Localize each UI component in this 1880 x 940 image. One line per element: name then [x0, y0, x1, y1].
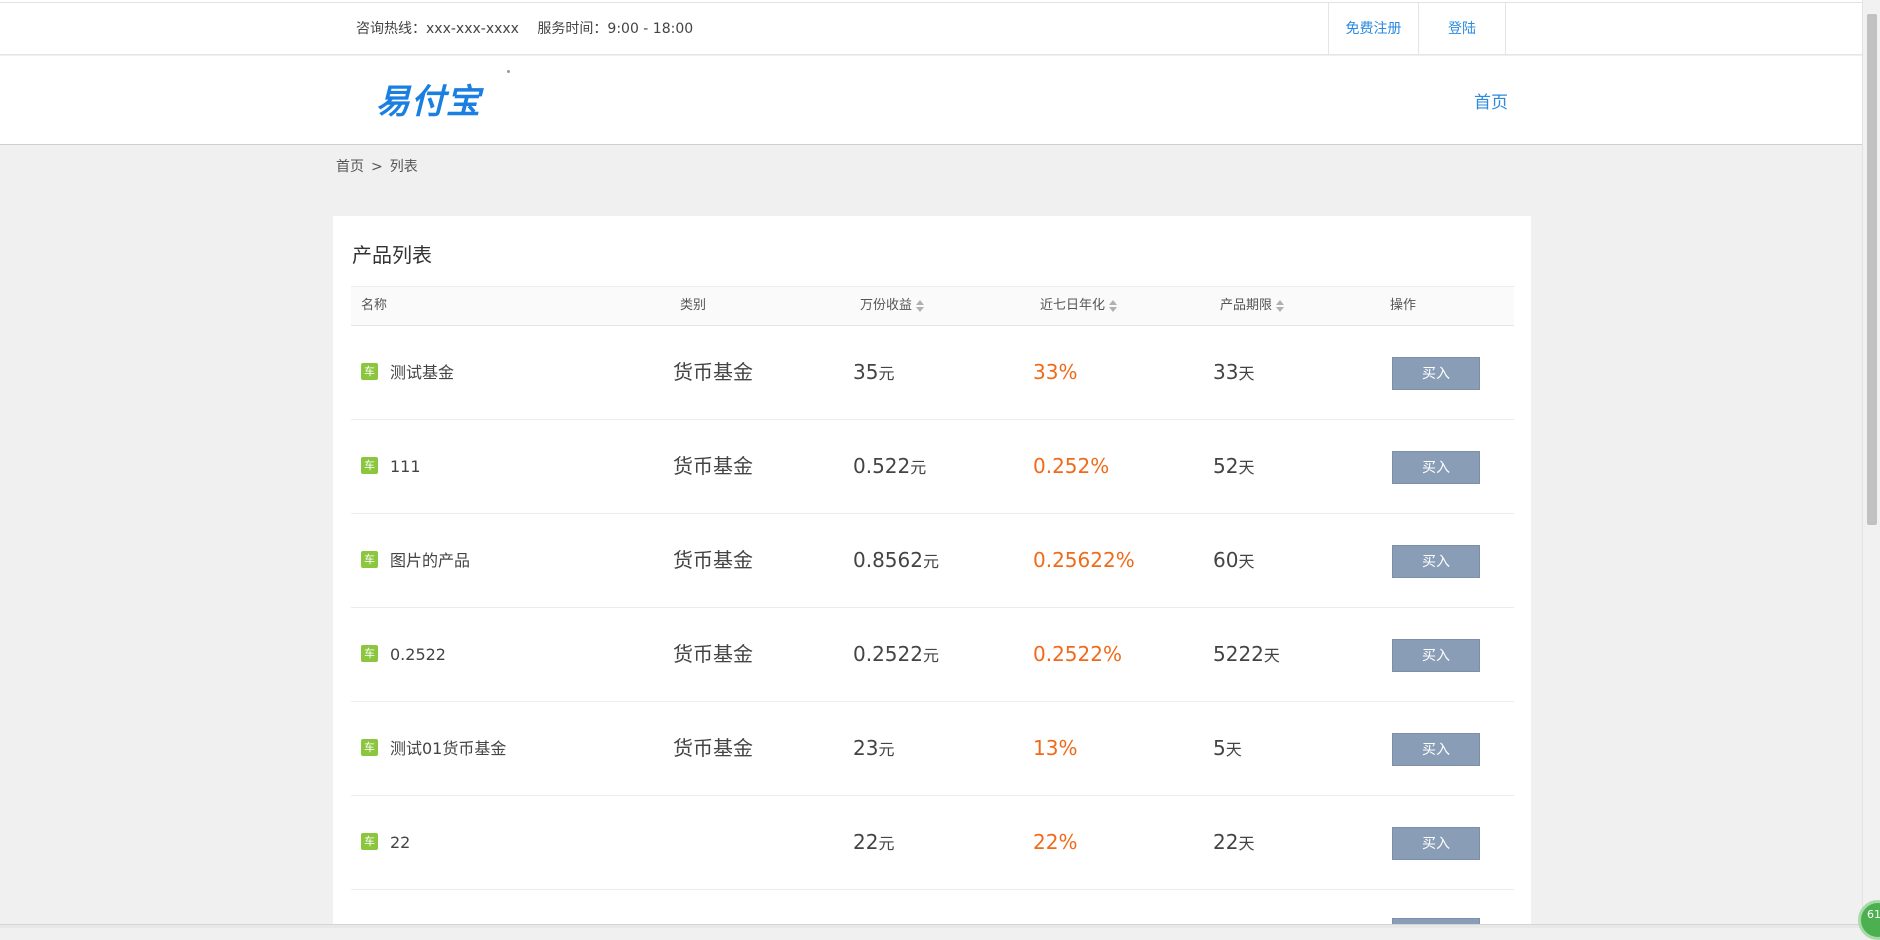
- car-tag-icon: 车: [361, 457, 378, 474]
- product-type: 货币基金: [673, 736, 753, 760]
- product-term: 52天: [1213, 454, 1255, 478]
- product-name[interactable]: 车图片的产品: [361, 514, 470, 607]
- register-link[interactable]: 免费注册: [1328, 3, 1418, 55]
- scrollbar-thumb[interactable]: [1867, 14, 1877, 525]
- product-name[interactable]: 车 111: [361, 420, 421, 513]
- table-row: 车 22 22元 22% 22天 买入: [351, 796, 1514, 890]
- column-header-operation: 操作: [1390, 298, 1417, 313]
- table-row-partial: [351, 890, 1514, 928]
- product-term: 5222天: [1213, 642, 1280, 666]
- product-income: 0.2522元: [853, 642, 939, 666]
- panel-title: 产品列表: [352, 243, 432, 267]
- buy-button[interactable]: 买入: [1392, 451, 1480, 484]
- breadcrumb-separator: >: [371, 159, 383, 175]
- table-header: 名称 类别 万份收益 近七日年化 产品期限 操作: [351, 286, 1514, 326]
- table-row: 车图片的产品 货币基金 0.8562元 0.25622% 60天 买入: [351, 514, 1514, 608]
- car-tag-icon: 车: [361, 833, 378, 850]
- product-term: 60天: [1213, 548, 1255, 572]
- bottom-edge: [0, 924, 1862, 928]
- car-tag-icon: 车: [361, 363, 378, 380]
- product-term: 22天: [1213, 830, 1255, 854]
- sort-icon[interactable]: [1109, 299, 1118, 312]
- table-row: 车 111 货币基金 0.522元 0.252% 52天 买入: [351, 420, 1514, 514]
- page-scrollbar[interactable]: [1862, 0, 1880, 928]
- product-income: 0.522元: [853, 454, 927, 478]
- login-link[interactable]: 登陆: [1418, 3, 1506, 55]
- product-income: 23元: [853, 736, 895, 760]
- product-type: 货币基金: [673, 454, 753, 478]
- car-tag-icon: 车: [361, 739, 378, 756]
- product-name[interactable]: 车 0.2522: [361, 608, 446, 701]
- site-logo[interactable]: 易付宝: [376, 74, 481, 123]
- operation-cell: 买入: [1392, 326, 1480, 419]
- buy-button[interactable]: 买入: [1392, 827, 1480, 860]
- operation-cell: [1392, 890, 1480, 928]
- product-name[interactable]: 车测试01货币基金: [361, 702, 506, 795]
- column-header-type: 类别: [680, 298, 707, 313]
- car-tag-icon: 车: [361, 551, 378, 568]
- product-name[interactable]: 车测试基金: [361, 326, 454, 419]
- product-income: 35元: [853, 360, 895, 384]
- breadcrumb: 首页 > 列表: [336, 156, 418, 176]
- breadcrumb-current: 列表: [389, 159, 418, 175]
- product-name[interactable]: 车 22: [361, 796, 410, 889]
- table-row: 车 0.2522 货币基金 0.2522元 0.2522% 5222天 买入: [351, 608, 1514, 702]
- top-bar: 咨询热线：xxx-xxx-xxxx 服务时间：9:00 - 18:00 免费注册…: [0, 3, 1862, 55]
- operation-cell: 买入: [1392, 796, 1480, 889]
- operation-cell: 买入: [1392, 514, 1480, 607]
- operation-cell: 买入: [1392, 420, 1480, 513]
- product-income: 0.8562元: [853, 548, 939, 572]
- column-header-name: 名称: [361, 298, 388, 313]
- car-tag-icon: 车: [361, 645, 378, 662]
- product-type: 货币基金: [673, 360, 753, 384]
- sort-icon[interactable]: [916, 299, 925, 312]
- product-rate: 0.25622%: [1033, 548, 1135, 572]
- site-header: 易付宝 首页: [0, 56, 1862, 145]
- product-rate: 0.252%: [1033, 454, 1110, 478]
- service-hours-text: 服务时间：9:00 - 18:00: [537, 21, 694, 37]
- product-rate: 22%: [1033, 830, 1078, 854]
- nav-home-link[interactable]: 首页: [1474, 88, 1508, 113]
- product-list-panel: 产品列表 名称 类别 万份收益 近七日年化 产品期限 操作 车测试基金 货币基金…: [333, 216, 1531, 928]
- buy-button[interactable]: 买入: [1392, 639, 1480, 672]
- hotline-text: 咨询热线：xxx-xxx-xxxx: [356, 21, 519, 37]
- product-term: 5天: [1213, 736, 1242, 760]
- breadcrumb-home[interactable]: 首页: [336, 159, 364, 175]
- product-rate: 0.2522%: [1033, 642, 1122, 666]
- contact-info: 咨询热线：xxx-xxx-xxxx 服务时间：9:00 - 18:00: [356, 3, 693, 55]
- table-row: 车测试01货币基金 货币基金 23元 13% 5天 买入: [351, 702, 1514, 796]
- table-row: 车测试基金 货币基金 35元 33% 33天 买入: [351, 326, 1514, 420]
- column-header-term[interactable]: 产品期限: [1220, 287, 1285, 325]
- product-income: 22元: [853, 830, 895, 854]
- product-term: 33天: [1213, 360, 1255, 384]
- operation-cell: 买入: [1392, 608, 1480, 701]
- buy-button[interactable]: 买入: [1392, 733, 1480, 766]
- operation-cell: 买入: [1392, 702, 1480, 795]
- column-header-rate[interactable]: 近七日年化: [1040, 287, 1118, 325]
- buy-button[interactable]: 买入: [1392, 545, 1480, 578]
- product-type: 货币基金: [673, 642, 753, 666]
- product-rate: 33%: [1033, 360, 1078, 384]
- logo-dot: [507, 70, 510, 73]
- column-header-income[interactable]: 万份收益: [860, 287, 925, 325]
- product-rate: 13%: [1033, 736, 1078, 760]
- sort-icon[interactable]: [1276, 299, 1285, 312]
- product-table: 名称 类别 万份收益 近七日年化 产品期限 操作 车测试基金 货币基金 35元 …: [351, 286, 1514, 928]
- buy-button[interactable]: 买入: [1392, 357, 1480, 390]
- product-type: 货币基金: [673, 548, 753, 572]
